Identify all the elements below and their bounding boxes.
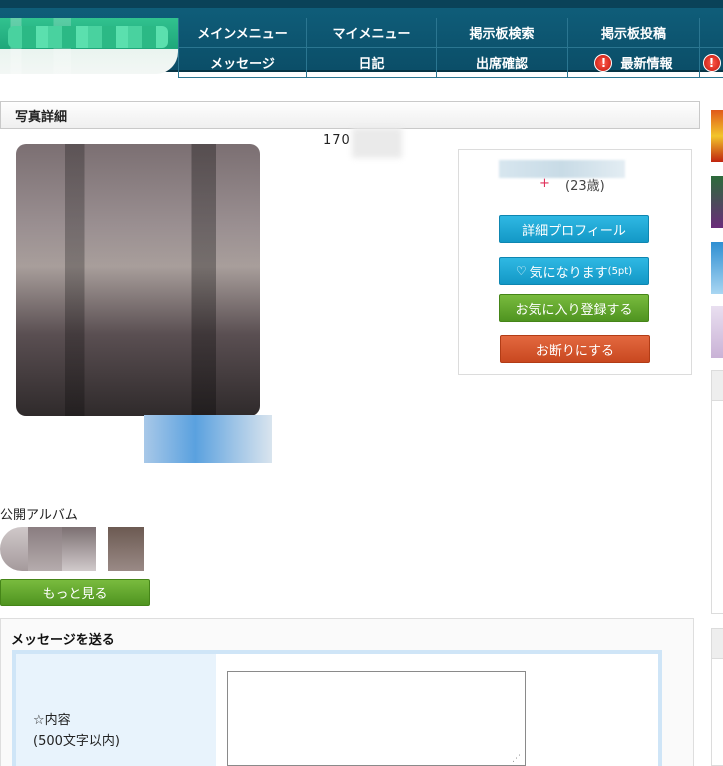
sidebar-panel-header xyxy=(712,371,723,401)
nav-board-post[interactable]: 掲示板投稿 xyxy=(567,18,699,48)
decline-label: お断りにする xyxy=(535,343,615,359)
exclamation-icon: ! xyxy=(594,53,613,72)
interested-button[interactable]: ♡ 気になります (5pt) xyxy=(499,257,649,285)
nav-latest-info-label: 最新情報 xyxy=(620,57,673,72)
user-name-redacted xyxy=(499,160,625,178)
sidebar-panel-2-header xyxy=(712,629,723,659)
logo-mosaic xyxy=(8,26,168,48)
site-logo[interactable] xyxy=(0,18,178,74)
album-thumbnail[interactable] xyxy=(62,527,96,571)
detail-profile-button[interactable]: 詳細プロフィール xyxy=(499,215,649,243)
nav-board-post-label: 掲示板投稿 xyxy=(600,27,666,42)
see-more-button[interactable]: もっと見る xyxy=(0,579,150,606)
heart-icon: ♡ xyxy=(515,264,527,278)
sidebar-panel-2 xyxy=(711,628,723,766)
page-title: 写真詳細 xyxy=(15,109,68,125)
nav-my-menu-label: マイメニュー xyxy=(332,27,411,42)
add-favorite-button[interactable]: お気に入り登録する xyxy=(499,294,649,322)
sidebar-banner[interactable] xyxy=(711,176,723,228)
sidebar-banner[interactable] xyxy=(711,306,723,358)
nav-message[interactable]: メッセージ xyxy=(178,48,306,78)
nav-diary-label: 日記 xyxy=(358,57,385,72)
send-message-title: メッセージを送る xyxy=(11,633,115,648)
photo-caption-badge xyxy=(144,415,272,463)
photo-detail-header: 写真詳細 xyxy=(0,101,700,129)
content-label: ☆内容 xyxy=(33,713,71,728)
nav-message-label: メッセージ xyxy=(210,57,275,72)
nav-more-cut[interactable] xyxy=(699,18,723,48)
gender-icon: + xyxy=(539,176,550,191)
content-limit-label: (500文字以内) xyxy=(33,734,120,749)
sidebar-banner[interactable] xyxy=(711,242,723,294)
nav-attendance[interactable]: 出席確認 xyxy=(436,48,567,78)
nav-attendance-label: 出席確認 xyxy=(475,57,528,72)
user-age: (23歳) xyxy=(565,179,605,194)
see-more-label: もっと見る xyxy=(42,587,108,602)
resize-grip-icon[interactable]: ⋰ xyxy=(512,754,524,764)
nav-more-cut-2[interactable]: ! xyxy=(699,48,723,78)
photo-id-redacted xyxy=(352,128,402,158)
interested-cost: (5pt) xyxy=(607,265,633,277)
album-thumbnail[interactable] xyxy=(108,527,144,571)
main-nav: メインメニュー マイメニュー 掲示板検索 掲示板投稿 メッセージ 日記 出席確認… xyxy=(178,18,723,78)
photo-id: 170 xyxy=(323,133,351,148)
detail-profile-label: 詳細プロフィール xyxy=(522,223,626,239)
album-thumbnail[interactable] xyxy=(28,527,62,571)
public-album-label: 公開アルバム xyxy=(0,508,78,523)
decline-button[interactable]: お断りにする xyxy=(500,335,650,363)
sidebar-banner[interactable] xyxy=(711,110,723,162)
nav-diary[interactable]: 日記 xyxy=(306,48,436,78)
album-thumbnails xyxy=(0,527,150,571)
nav-board-search[interactable]: 掲示板検索 xyxy=(436,18,567,48)
add-favorite-label: お気に入り登録する xyxy=(515,302,633,318)
nav-my-menu[interactable]: マイメニュー xyxy=(306,18,436,48)
message-content-textarea[interactable] xyxy=(227,671,526,766)
nav-latest-info[interactable]: ! 最新情報 xyxy=(567,48,699,78)
interested-label: 気になります xyxy=(529,265,608,281)
nav-board-search-label: 掲示板検索 xyxy=(469,27,535,42)
site-header: メインメニュー マイメニュー 掲示板検索 掲示板投稿 メッセージ 日記 出席確認… xyxy=(0,0,723,78)
profile-photo[interactable] xyxy=(16,144,260,416)
sidebar-panel xyxy=(711,370,723,614)
nav-main-menu[interactable]: メインメニュー xyxy=(178,18,306,48)
exclamation-icon: ! xyxy=(702,53,721,72)
nav-main-menu-label: メインメニュー xyxy=(197,27,288,42)
profile-summary-box: + (23歳) 詳細プロフィール ♡ 気になります (5pt) お気に入り登録す… xyxy=(458,149,692,375)
